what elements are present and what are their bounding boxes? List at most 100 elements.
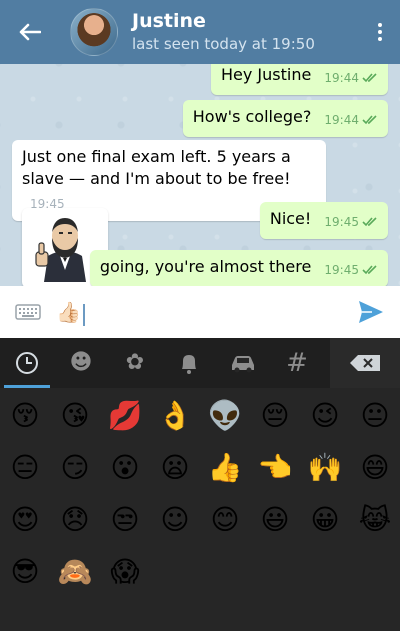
- message-meta: 19:44: [324, 67, 378, 89]
- tab-symbols[interactable]: #: [270, 338, 324, 388]
- last-seen-status: last seen today at 19:50: [132, 35, 315, 53]
- emoji-key[interactable]: 😚: [0, 390, 50, 442]
- message-meta: 19:45: [324, 259, 378, 281]
- emoji-key[interactable]: 😉: [300, 390, 350, 442]
- emoji-grid: 😚 😘 💋 👌 👽 😔 😉 😐 😑 😏 😮 😦 👍 👈 🙌 😄 😍 😞 😒 ☺ 😊 😃 😀 😹 😎 🙈 😱: [0, 388, 400, 598]
- message-text: Nice!: [269, 209, 312, 228]
- message-meta: 19:45: [324, 211, 378, 233]
- emoji-category-tabs: ☻ ✿ #: [0, 338, 400, 388]
- message-bubble[interactable]: going, you're almost there 19:45: [89, 250, 388, 286]
- emoji-glyph: 😱: [110, 555, 140, 588]
- avatar[interactable]: [70, 8, 118, 56]
- emoji-glyph: 😚: [10, 399, 40, 432]
- tab-objects[interactable]: [162, 338, 216, 388]
- message-time: 19:44: [324, 71, 359, 85]
- message-input-value: 👍🏻: [56, 300, 81, 324]
- tab-smileys[interactable]: ☻: [54, 338, 108, 388]
- emoji-glyph: 😃: [260, 503, 290, 536]
- message-bubble[interactable]: Hey Justine 19:44: [210, 64, 388, 95]
- emoji-key[interactable]: 😎: [0, 546, 50, 598]
- emoji-glyph: 😉: [310, 399, 340, 432]
- message-time: 19:45: [324, 215, 359, 229]
- emoji-glyph: 😄: [360, 451, 390, 484]
- emoji-key[interactable]: 😦: [150, 442, 200, 494]
- message-input[interactable]: 👍🏻: [56, 286, 400, 338]
- chat-title-block[interactable]: Justine last seen today at 19:50: [132, 10, 360, 54]
- emoji-key[interactable]: 😞: [50, 494, 100, 546]
- more-vert-icon[interactable]: [360, 0, 400, 64]
- send-button[interactable]: [358, 300, 384, 324]
- send-icon: [359, 301, 383, 323]
- emoji-key[interactable]: ☺: [150, 494, 200, 546]
- emoji-key[interactable]: 👍: [200, 442, 250, 494]
- emoji-key[interactable]: 😔: [250, 390, 300, 442]
- message-meta: 19:44: [324, 109, 378, 131]
- emoji-glyph: 😏: [60, 451, 90, 484]
- emoji-key[interactable]: 😃: [250, 494, 300, 546]
- message-bubble[interactable]: Nice! 19:45: [259, 202, 388, 239]
- emoji-glyph: ☺: [160, 503, 190, 536]
- emoji-key[interactable]: 👌: [150, 390, 200, 442]
- message-text: Hey Justine: [220, 65, 312, 84]
- message-text: How's college?: [192, 107, 312, 126]
- tab-nature[interactable]: ✿: [108, 338, 162, 388]
- emoji-key[interactable]: 😄: [350, 442, 400, 494]
- emoji-key[interactable]: 😀: [300, 494, 350, 546]
- emoji-glyph: 😹: [358, 503, 392, 536]
- emoji-glyph: 😐: [360, 399, 390, 432]
- emoji-glyph: 😑: [10, 451, 40, 484]
- keyboard-toggle-button[interactable]: [0, 286, 56, 338]
- backspace-button[interactable]: [330, 338, 400, 388]
- message-text: going, you're almost there: [99, 257, 312, 276]
- contact-name: Justine: [132, 10, 206, 32]
- double-check-icon: [362, 73, 377, 83]
- emoji-glyph: 😍: [10, 503, 40, 536]
- emoji-glyph: 😞: [60, 503, 90, 536]
- double-check-icon: [362, 217, 377, 227]
- emoji-key[interactable]: 😱: [100, 546, 150, 598]
- emoji-key[interactable]: 🙌: [300, 442, 350, 494]
- emoji-glyph: 😔: [260, 399, 290, 432]
- emoji-glyph: 😒: [110, 503, 140, 536]
- back-arrow-icon: [19, 23, 41, 41]
- backspace-icon: [350, 355, 380, 371]
- emoji-key[interactable]: 🙈: [50, 546, 100, 598]
- emoji-panel: ☻ ✿ # 😚 😘 💋 👌 👽 😔 😉 😐 😑 😏 😮 😦 👍 👈 🙌 😄 😍 😞 😒 ☺ 😊 😃 😀 😹 😎 🙈 😱: [0, 338, 400, 631]
- chat-header: Justine last seen today at 19:50: [0, 0, 400, 64]
- emoji-key[interactable]: 😐: [350, 390, 400, 442]
- emoji-glyph: 🙌: [307, 451, 343, 484]
- double-check-icon: [362, 265, 377, 275]
- emoji-key[interactable]: 😘: [50, 390, 100, 442]
- message-time: 19:44: [324, 113, 359, 127]
- message-time: 19:45: [324, 263, 359, 277]
- bell-icon: [182, 355, 196, 374]
- emoji-key[interactable]: 😒: [100, 494, 150, 546]
- smiley-icon: ☻: [69, 350, 93, 375]
- tab-places[interactable]: [216, 338, 270, 388]
- emoji-key[interactable]: 😏: [50, 442, 100, 494]
- tab-recent[interactable]: [0, 338, 54, 388]
- car-icon: [232, 356, 254, 373]
- emoji-key[interactable]: 👽: [200, 390, 250, 442]
- emoji-key[interactable]: 💋: [100, 390, 150, 442]
- emoji-key[interactable]: 😍: [0, 494, 50, 546]
- emoji-key[interactable]: 👈: [250, 442, 300, 494]
- back-button[interactable]: [0, 0, 60, 64]
- message-list[interactable]: Hey Justine 19:44 How's college? 19:44 J…: [0, 64, 400, 286]
- emoji-glyph: 👌: [157, 399, 193, 432]
- emoji-key[interactable]: 😑: [0, 442, 50, 494]
- emoji-glyph: 😘: [60, 399, 90, 432]
- keyboard-icon: [15, 304, 41, 320]
- flower-icon: ✿: [125, 350, 145, 375]
- double-check-icon: [362, 115, 377, 125]
- message-text: Just one final exam left. 5 years a slav…: [22, 147, 291, 188]
- message-bubble[interactable]: How's college? 19:44: [182, 100, 388, 137]
- message-composer: 👍🏻: [0, 286, 400, 338]
- emoji-glyph: 👽: [207, 399, 243, 432]
- emoji-key[interactable]: 😊: [200, 494, 250, 546]
- emoji-key[interactable]: 😹: [350, 494, 400, 546]
- emoji-glyph: 🙈: [57, 555, 93, 588]
- emoji-glyph: 😮: [110, 451, 140, 484]
- emoji-glyph: 😊: [210, 503, 240, 536]
- emoji-key[interactable]: 😮: [100, 442, 150, 494]
